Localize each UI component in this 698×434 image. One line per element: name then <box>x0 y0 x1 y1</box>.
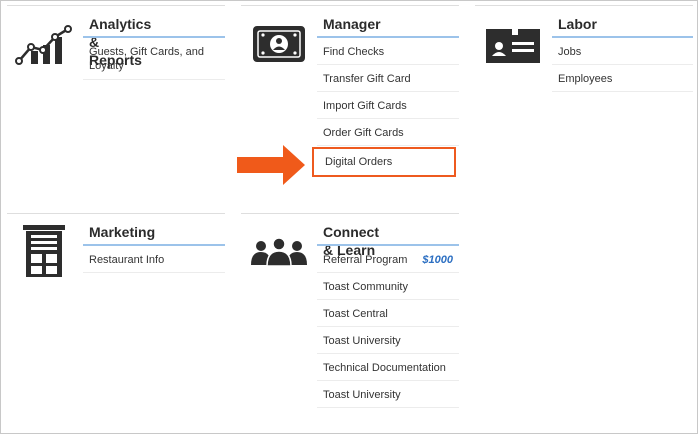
menu-item-find-checks[interactable]: Find Checks <box>317 38 459 65</box>
menu-item-toast-university-2[interactable]: Toast University <box>317 381 459 408</box>
divider <box>475 5 693 6</box>
menu-item-guests-gift-cards-loyalty[interactable]: Guests, Gift Cards, and Loyalty <box>83 38 225 80</box>
menu-item-label: Referral Program <box>323 254 408 266</box>
menu-item-order-gift-cards[interactable]: Order Gift Cards <box>317 119 459 146</box>
cash-bill-icon <box>252 25 306 63</box>
menu-item-transfer-gift-card[interactable]: Transfer Gift Card <box>317 65 459 92</box>
people-group-icon <box>251 237 307 267</box>
menu-item-technical-documentation[interactable]: Technical Documentation <box>317 354 459 381</box>
divider <box>7 213 225 214</box>
menu-item-referral-program[interactable]: Referral Program $1000 <box>317 246 459 273</box>
orange-arrow-icon <box>237 145 307 185</box>
menu-item-restaurant-info[interactable]: Restaurant Info <box>83 246 225 273</box>
divider <box>241 213 459 214</box>
id-card-icon <box>486 29 540 63</box>
highlight-box <box>312 147 456 177</box>
referral-badge: $1000 <box>422 254 453 266</box>
section-title: Manager <box>323 16 381 32</box>
storefront-icon <box>23 225 65 279</box>
dashboard-panel: Analytics & Reports Guests, Gift Cards, … <box>0 0 698 434</box>
section-title: Marketing <box>89 224 156 240</box>
menu-item-jobs[interactable]: Jobs <box>552 38 693 65</box>
section-title: Labor <box>558 16 597 32</box>
line-chart-icon <box>15 25 73 65</box>
menu-item-import-gift-cards[interactable]: Import Gift Cards <box>317 92 459 119</box>
divider <box>7 5 225 6</box>
menu-item-toast-community[interactable]: Toast Community <box>317 273 459 300</box>
divider <box>241 5 459 6</box>
menu-item-toast-central[interactable]: Toast Central <box>317 300 459 327</box>
menu-item-toast-university[interactable]: Toast University <box>317 327 459 354</box>
menu-item-employees[interactable]: Employees <box>552 65 693 92</box>
